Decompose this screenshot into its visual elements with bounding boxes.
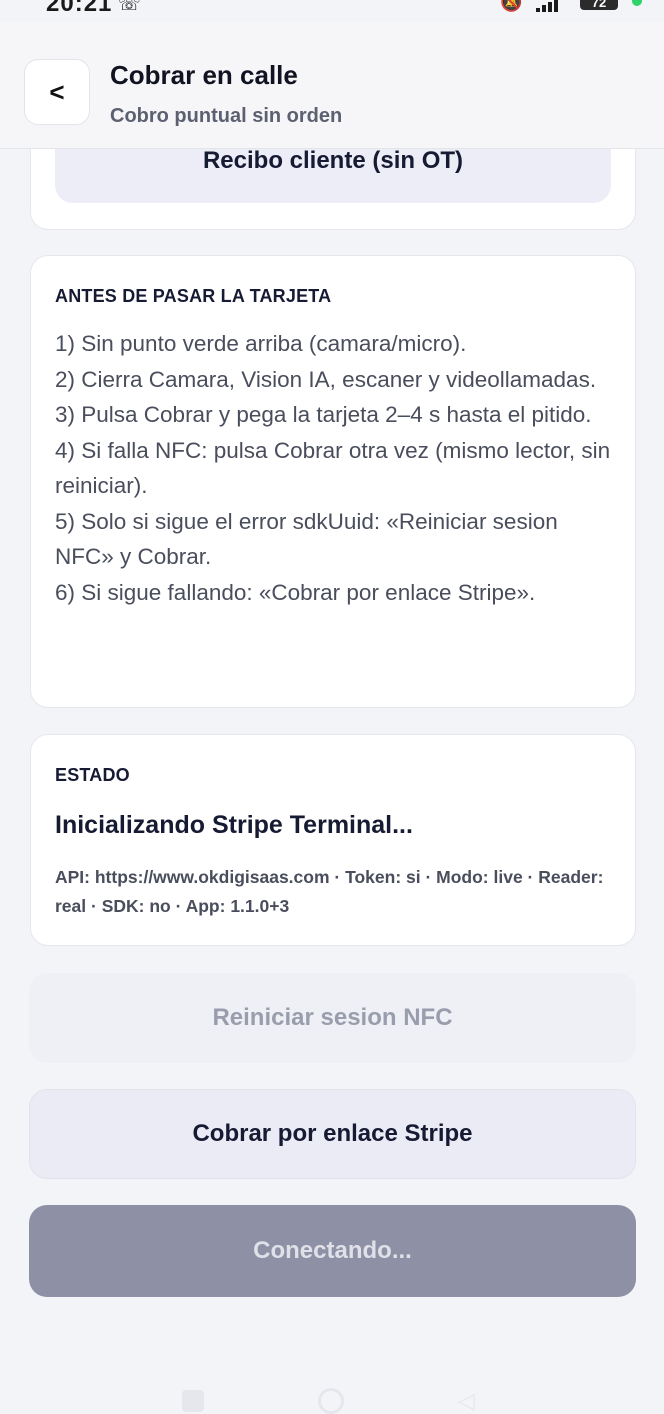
instruction-step: 2) Cierra Camara, Vision IA, escaner y v… [55,366,597,392]
instruction-step: 4) Si falla NFC: pulsa Cobrar otra vez (… [55,437,611,499]
mute-icon: 🔕 [500,0,523,12]
recents-icon[interactable] [182,1390,204,1412]
status-bar: 20:21 ☏ ··· 🔕 72 [0,0,664,22]
instructions-list: 1) Sin punto verde arriba (camara/micro)… [55,326,615,610]
back-button[interactable]: < [24,59,90,125]
app-header: < Cobrar en calle Cobro puntual sin orde… [0,22,664,149]
call-icon: ☏ [118,0,141,14]
stripe-link-button[interactable]: Cobrar por enlace Stripe [29,1089,636,1179]
instruction-step: 6) Si sigue fallando: «Cobrar por enlace… [55,579,536,605]
system-nav-bar: ◁ [0,1388,664,1414]
reset-nfc-button[interactable]: Reiniciar sesion NFC [29,973,636,1063]
nav-back-icon[interactable]: ◁ [458,1388,475,1414]
page-subtitle: Cobro puntual sin orden [110,105,343,127]
status-details: API: https://www.okdigisaas.com · Token:… [55,867,604,916]
more-notifications-icon: ··· [150,0,168,9]
status-title: ESTADO [55,765,130,785]
page-title: Cobrar en calle [110,60,298,90]
instructions-card: ANTES DE PASAR LA TARJETA 1) Sin punto v… [30,255,636,708]
instruction-step: 3) Pulsa Cobrar y pega la tarjeta 2–4 s … [55,402,592,427]
connecting-button[interactable]: Conectando... [29,1205,636,1297]
battery-icon: 72 [580,0,618,10]
status-card: ESTADO Inicializando Stripe Terminal... … [30,734,636,946]
instruction-step: 5) Solo si sigue el error sdkUuid: «Rein… [55,508,558,570]
instruction-step: 1) Sin punto verde arriba (camara/micro)… [55,331,467,356]
home-icon[interactable] [318,1388,344,1414]
instructions-title: ANTES DE PASAR LA TARJETA [55,286,332,306]
signal-icon [536,0,558,12]
privacy-indicator-dot [632,0,642,6]
status-message: Inicializando Stripe Terminal... [55,811,413,839]
clock: 20:21 [46,0,113,17]
